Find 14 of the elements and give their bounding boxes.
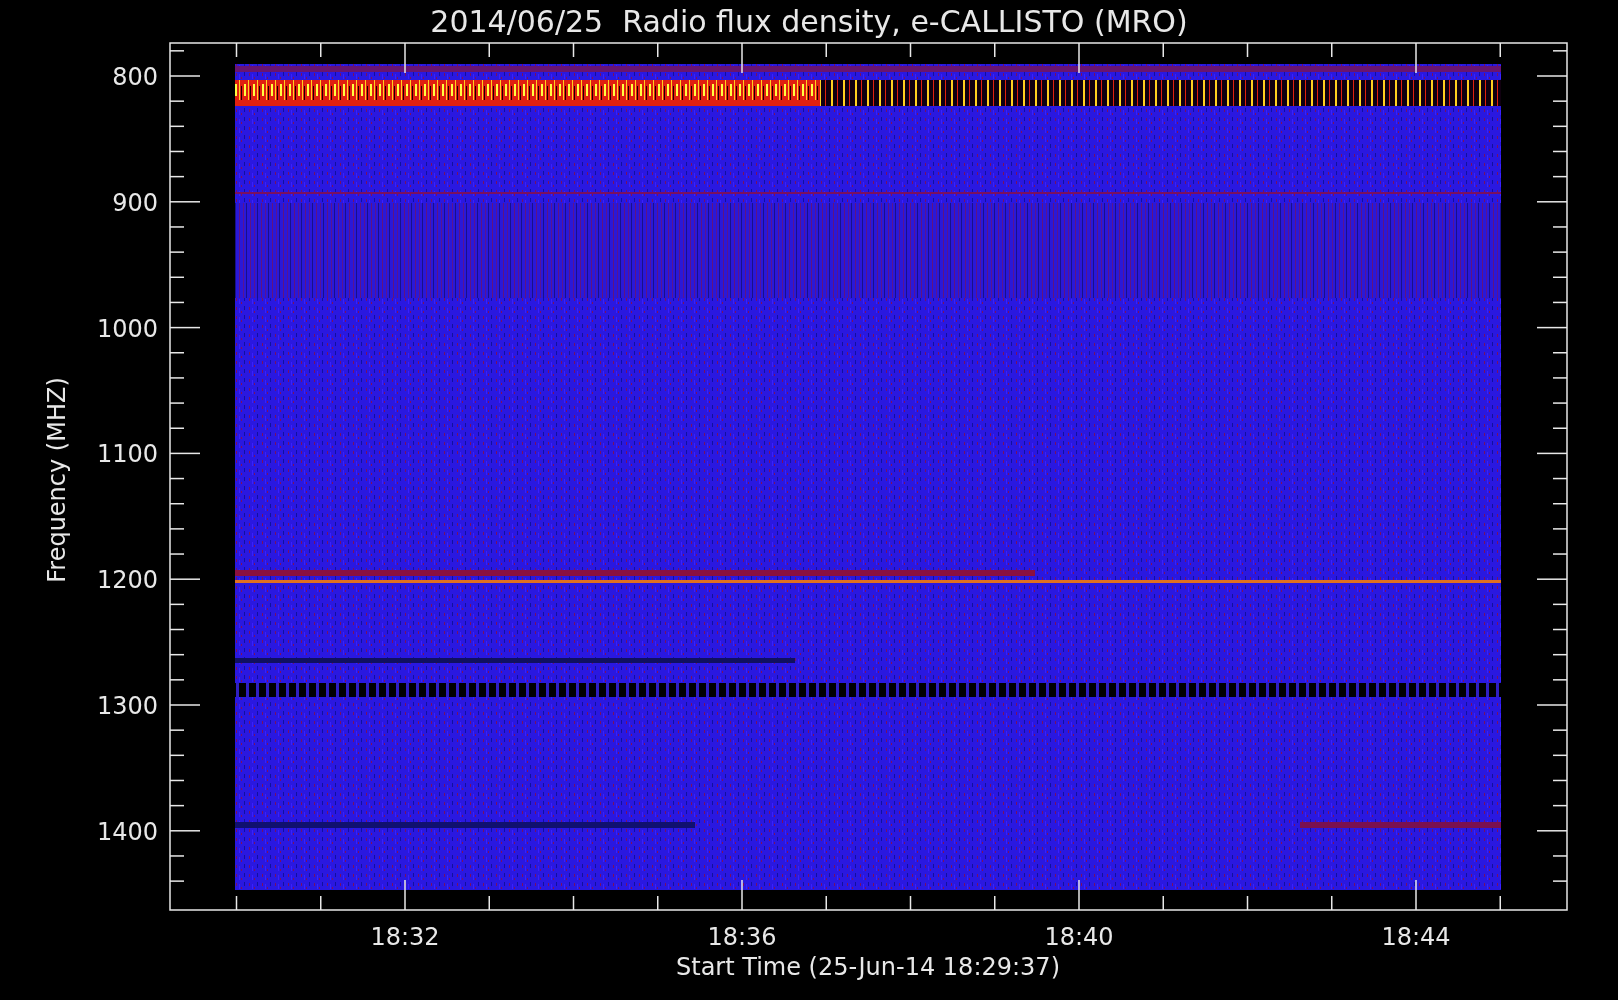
- tick-label: 1100: [96, 440, 158, 469]
- tick-label: 1000: [96, 314, 158, 343]
- axis-label: Frequency (MHZ): [43, 377, 71, 583]
- tick-label: 18:32: [370, 923, 440, 951]
- tick-label: 1300: [96, 692, 158, 720]
- chart-title: 2014/06/25 Radio flux density, e-CALLISTO (MRO): [430, 4, 1188, 39]
- tick-label: 900: [112, 188, 158, 217]
- tick-label: 18:44: [1381, 923, 1451, 951]
- tick-label: 800: [112, 63, 158, 91]
- tick-label: 1400: [96, 817, 158, 846]
- tick-label: 18:36: [707, 923, 777, 951]
- tick-label: 18:40: [1044, 923, 1114, 951]
- axis-label: Start Time (25-Jun-14 18:29:37): [676, 953, 1060, 981]
- tick-label: 1200: [96, 566, 158, 595]
